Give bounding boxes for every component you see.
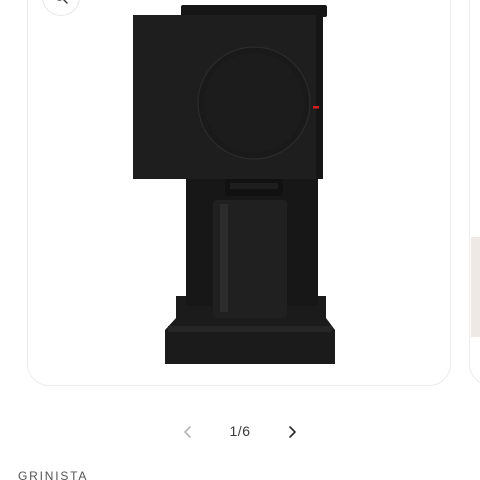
indicator-light: [313, 106, 319, 109]
chevron-left-icon: [184, 426, 191, 438]
slide-counter: 1/6: [229, 423, 251, 439]
grind-outlet-collar-ring: [230, 183, 278, 189]
magnifier-icon: [56, 0, 68, 4]
grinder-head-side: [316, 15, 323, 179]
grinder-base-plate: [168, 326, 332, 332]
product-image-coffee-grinder[interactable]: [127, 0, 341, 372]
next-slide-button[interactable]: [282, 420, 302, 444]
next-slide-image-edge: [471, 237, 480, 337]
catch-cup-highlight: [220, 204, 228, 312]
grind-dial-inner: [204, 53, 304, 153]
next-gallery-slide-peek[interactable]: [469, 0, 480, 386]
chevron-right-icon: [289, 426, 296, 438]
product-vendor: GRINISTA: [18, 469, 89, 480]
product-page: 1/6 GRINISTA: [0, 0, 480, 480]
previous-slide-button[interactable]: [178, 420, 198, 444]
gallery-pager: 1/6: [0, 420, 480, 444]
